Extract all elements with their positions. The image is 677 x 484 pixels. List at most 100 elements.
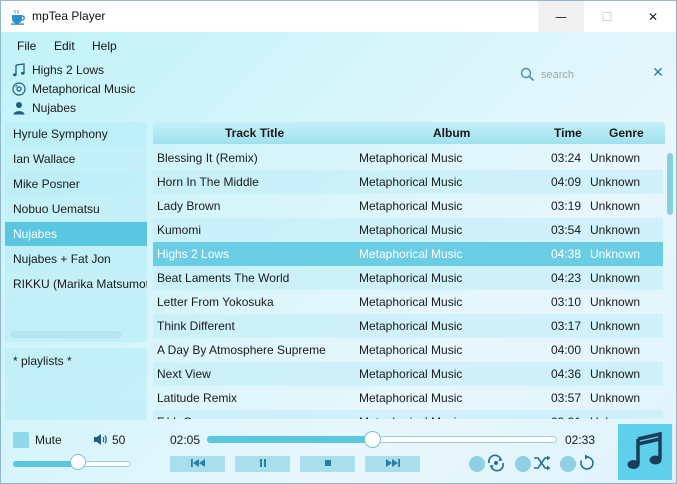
track-album-cell: Metaphorical Music [359, 391, 463, 405]
column-header-title[interactable]: Track Title [225, 126, 284, 140]
now-playing-track: Highs 2 Lows [11, 61, 104, 79]
shuffle-toggle[interactable] [515, 455, 552, 473]
track-row[interactable]: A Day By Atmosphere Supreme Metaphorical … [153, 338, 663, 362]
track-time-cell: 04:36 [551, 367, 582, 381]
mute-checkbox[interactable] [13, 432, 29, 448]
track-genre-cell: Unknown [590, 175, 641, 189]
artist-list[interactable]: Hyrule Symphony Ian Wallace Mike Posner … [5, 122, 147, 342]
artist-item[interactable]: Ian Wallace [5, 147, 147, 171]
track-title-cell: Next View [157, 367, 211, 381]
now-playing-artist: Nujabes [11, 99, 76, 117]
track-title-cell: Blessing It (Remix) [157, 151, 258, 165]
previous-button[interactable] [170, 456, 225, 472]
track-title-cell: Latitude Remix [157, 391, 238, 405]
track-row[interactable]: Think Different Metaphorical Music 03:17 Un… [153, 314, 663, 338]
track-row[interactable]: Latitude Remix Metaphorical Music 03:57 Unk… [153, 386, 663, 410]
artist-item[interactable]: RIKKU (Marika Matsumoto) [5, 272, 147, 296]
playlist-item[interactable]: * playlists * [5, 348, 147, 374]
menu-file[interactable]: File [17, 39, 36, 53]
seek-bar-progress [207, 436, 369, 443]
playlist-list[interactable]: * playlists * [5, 348, 147, 420]
volume-value: 50 [112, 433, 126, 447]
track-title-cell: Horn In The Middle [157, 175, 259, 189]
speaker-icon [93, 432, 108, 447]
track-time-cell: 04:23 [551, 271, 582, 285]
track-album-cell: Metaphorical Music [359, 319, 463, 333]
track-title-cell: Letter From Yokosuka [157, 295, 274, 309]
person-icon [11, 100, 27, 116]
next-button[interactable] [365, 456, 420, 472]
artist-item-selected[interactable]: Nujabes [5, 222, 147, 246]
track-time-cell: 03:31 [551, 415, 581, 419]
album-art [618, 424, 672, 480]
maximize-button[interactable]: ☐ [584, 1, 630, 32]
track-table-scroll-thumb[interactable] [667, 153, 673, 215]
track-album-cell: Metaphorical Music [359, 343, 463, 357]
now-playing-album-label: Metaphorical Music [32, 82, 136, 96]
track-album-cell: Metaphorical Music [359, 271, 463, 285]
playlist-empty-row [5, 374, 147, 400]
track-time-cell: 03:54 [551, 223, 582, 237]
now-playing-album: Metaphorical Music [11, 80, 135, 98]
track-title-cell: F.I.L.O. [157, 415, 196, 419]
artist-list-scrollbar[interactable] [11, 331, 121, 338]
track-genre-cell: Unknown [590, 223, 641, 237]
track-time-cell: 03:10 [551, 295, 582, 309]
close-button[interactable]: ✕ [630, 1, 676, 32]
toggle-indicator [560, 456, 576, 472]
track-row[interactable]: Horn In The Middle Metaphorical Music 04:0… [153, 170, 663, 194]
mute-label: Mute [35, 433, 62, 447]
repeat-one-toggle[interactable] [469, 454, 506, 475]
track-genre-cell: Unknown [590, 271, 641, 285]
artist-item[interactable]: Mike Posner [5, 172, 147, 196]
track-row[interactable]: Blessing It (Remix) Metaphorical Music 03:… [153, 146, 663, 170]
search-icon[interactable] [520, 67, 535, 82]
menu-edit[interactable]: Edit [54, 39, 75, 53]
disc-icon [11, 81, 27, 97]
menu-bar: File Edit Help [1, 32, 676, 58]
track-genre-cell: Unknown [590, 319, 641, 333]
seek-bar-handle[interactable] [363, 431, 381, 448]
track-row[interactable]: F.I.L.O. Metaphorical Music 03:31 Unknown [153, 410, 663, 419]
track-row[interactable]: Lady Brown Metaphorical Music 03:19 Unknown [153, 194, 663, 218]
skip-forward-icon [385, 457, 401, 471]
track-album-cell: Metaphorical Music [359, 247, 463, 261]
menu-help[interactable]: Help [92, 39, 117, 53]
track-table: Track Title Album Time Genre Blessing It… [153, 122, 665, 419]
track-row[interactable]: Letter From Yokosuka Metaphorical Music 03… [153, 290, 663, 314]
artist-item[interactable]: Nobuo Uematsu [5, 197, 147, 221]
pause-button[interactable] [235, 456, 290, 472]
track-genre-cell: Unknown [590, 199, 641, 213]
track-row[interactable]: Beat Laments The World Metaphorical Music… [153, 266, 663, 290]
track-genre-cell: Unknown [590, 391, 641, 405]
stop-button[interactable] [300, 456, 355, 472]
track-time-cell: 03:19 [551, 199, 582, 213]
stop-icon [323, 457, 333, 471]
track-genre-cell: Unknown [590, 343, 641, 357]
artist-item[interactable]: Hyrule Symphony [5, 122, 147, 146]
window-title: mpTea Player [32, 9, 106, 23]
clear-search-button[interactable]: ✕ [650, 65, 666, 81]
column-header-album[interactable]: Album [433, 126, 470, 140]
track-row[interactable]: Next View Metaphorical Music 04:36 Unknown [153, 362, 663, 386]
repeat-icon [577, 454, 597, 475]
track-title-cell: Lady Brown [157, 199, 221, 213]
toggle-indicator [469, 456, 485, 472]
volume-slider-handle[interactable] [70, 454, 86, 470]
minimize-button[interactable]: — [538, 1, 584, 32]
track-album-cell: Metaphorical Music [359, 199, 463, 213]
music-note-icon [11, 62, 27, 78]
column-header-time[interactable]: Time [554, 126, 582, 140]
now-playing-artist-label: Nujabes [32, 101, 77, 115]
track-row-selected[interactable]: Highs 2 Lows Metaphorical Music 04:38 Unkno… [153, 242, 663, 266]
track-title-cell: Beat Laments The World [157, 271, 290, 285]
column-header-genre[interactable]: Genre [609, 126, 644, 140]
repeat-toggle[interactable] [560, 454, 597, 475]
pause-icon [258, 457, 268, 471]
track-row[interactable]: Kumomi Metaphorical Music 03:54 Unknown [153, 218, 663, 242]
artist-item[interactable]: Nujabes + Fat Jon [5, 247, 147, 271]
track-title-cell: Kumomi [157, 223, 202, 237]
repeat-one-icon [486, 454, 506, 475]
track-title-cell: Highs 2 Lows [157, 247, 230, 261]
search-input[interactable] [541, 66, 641, 84]
